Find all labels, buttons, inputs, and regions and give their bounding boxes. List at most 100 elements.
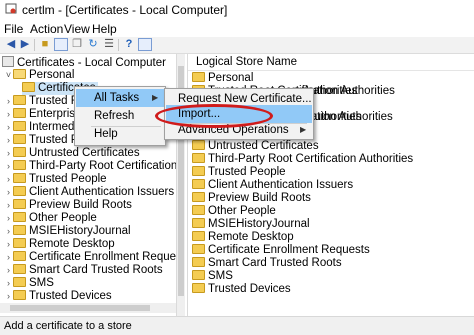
chevron-right-icon[interactable]: › [4, 134, 13, 147]
chevron-right-icon[interactable]: › [4, 160, 13, 173]
chevron-right-icon[interactable]: › [4, 108, 13, 121]
forward-arrow-icon[interactable]: ▶ [18, 38, 32, 51]
menu-item-all-tasks[interactable]: All Tasks ▶ [76, 89, 164, 107]
tree-item-store[interactable]: › Remote Desktop [4, 238, 115, 251]
toolbar: ◀ ▶ ■ ❐ ↻ ☰ ? [0, 37, 474, 54]
folder-icon [192, 205, 205, 215]
folder-icon [192, 270, 205, 280]
chevron-right-icon[interactable]: › [4, 225, 13, 238]
folder-icon [13, 186, 26, 196]
status-text: Add a certificate to a store [4, 320, 132, 332]
window-title: certlm - [Certificates - Local Computer] [22, 3, 228, 17]
folder-icon [192, 231, 205, 241]
chevron-right-icon[interactable]: › [4, 121, 13, 134]
chevron-right-icon[interactable]: › [4, 95, 13, 108]
list-item[interactable]: Client Authentication Issuers [192, 179, 353, 192]
tree-item-store[interactable]: › MSIEHistoryJournal [4, 225, 131, 238]
list-item[interactable]: SMS [192, 270, 233, 283]
context-menu: All Tasks ▶ Refresh Help [74, 86, 166, 146]
chevron-right-icon[interactable]: › [4, 212, 13, 225]
folder-icon [13, 95, 26, 105]
folder-icon [13, 173, 26, 183]
chevron-right-icon[interactable]: › [4, 238, 13, 251]
chevron-right-icon[interactable]: › [4, 186, 13, 199]
folder-icon [22, 82, 35, 92]
back-arrow-icon[interactable]: ◀ [4, 38, 18, 51]
folder-icon [13, 121, 26, 131]
menu-action[interactable]: Action [30, 22, 63, 36]
chevron-right-icon[interactable]: › [4, 173, 13, 186]
list-item[interactable]: Trusted People [192, 166, 286, 179]
folder-icon [13, 277, 26, 287]
tree-item-personal[interactable]: ˅ Personal [4, 69, 74, 82]
menu-file[interactable]: File [4, 22, 23, 36]
folder-icon [13, 251, 26, 261]
refresh-icon[interactable]: ↻ [86, 38, 100, 51]
scrollbar-thumb[interactable] [10, 305, 150, 311]
annotation-circle [155, 104, 273, 128]
chevron-right-icon: ▶ [300, 125, 307, 134]
folder-icon [13, 108, 26, 118]
status-bar: Add a certificate to a store [0, 316, 474, 335]
tree-item-store[interactable]: › Trusted People [4, 173, 107, 186]
menu-item-refresh[interactable]: Refresh [76, 107, 164, 125]
folder-icon [13, 212, 26, 222]
list-item[interactable]: Smart Card Trusted Roots [192, 257, 342, 270]
console-tree-icon[interactable] [54, 38, 68, 51]
tree-item-store[interactable]: › Preview Build Roots [4, 199, 132, 212]
chevron-right-icon[interactable]: › [4, 264, 13, 277]
folder-icon [192, 218, 205, 228]
folder-icon [192, 257, 205, 267]
menu-view[interactable]: View [64, 22, 90, 36]
export-list-icon[interactable]: ☰ [102, 38, 116, 51]
tree-item-store[interactable]: › Certificate Enrollment Requests [4, 251, 176, 264]
chevron-right-icon[interactable]: › [4, 251, 13, 264]
up-folder-icon[interactable]: ■ [38, 38, 52, 51]
tree-item-store[interactable]: ›Third-Party Root Certification Authorit… [4, 160, 176, 173]
tree-item-store[interactable]: › Untrusted Certificates [4, 147, 140, 160]
list-item[interactable]: Third-Party Root Certification Authoriti… [192, 153, 413, 166]
column-header-logical-store-name[interactable]: Logical Store Name [188, 54, 474, 71]
menu-help[interactable]: Help [92, 22, 117, 36]
folder-icon [13, 134, 26, 144]
tree-horizontal-scrollbar[interactable] [0, 303, 176, 313]
list-item[interactable]: Preview Build Roots [192, 192, 311, 205]
chevron-right-icon: ▶ [152, 93, 159, 102]
tree-item-store[interactable]: › Smart Card Trusted Roots [4, 264, 163, 277]
folder-icon [192, 244, 205, 254]
list-item[interactable]: Certificate Enrollment Requests [192, 244, 370, 257]
folder-icon [192, 179, 205, 189]
list-item[interactable]: MSIEHistoryJournal [192, 218, 310, 231]
list-item[interactable]: Personal [192, 72, 253, 85]
chevron-right-icon[interactable]: › [4, 290, 13, 303]
folder-icon [192, 72, 205, 82]
chevron-right-icon[interactable]: › [4, 147, 13, 160]
folder-icon [13, 264, 26, 274]
folder-icon [192, 166, 205, 176]
tree-root[interactable]: Certificates - Local Computer [2, 56, 166, 69]
list-item[interactable]: Other People [192, 205, 276, 218]
folder-icon [13, 147, 26, 157]
copy-icon[interactable]: ❐ [70, 38, 84, 51]
folder-icon [13, 290, 26, 300]
menu-item-help[interactable]: Help [76, 125, 164, 143]
list-item[interactable]: Trusted Devices [192, 283, 291, 296]
chevron-right-icon[interactable]: › [4, 199, 13, 212]
title-bar: certlm - [Certificates - Local Computer] [0, 0, 474, 20]
folder-icon [13, 238, 26, 248]
folder-icon [13, 225, 26, 235]
tree-item-store[interactable]: › Client Authentication Issuers [4, 186, 174, 199]
chevron-down-icon[interactable]: ˅ [4, 69, 13, 82]
properties-icon[interactable] [138, 38, 152, 51]
tree-item-store[interactable]: › SMS [4, 277, 54, 290]
list-item[interactable]: Remote Desktop [192, 231, 294, 244]
help-icon[interactable]: ? [122, 38, 136, 51]
folder-icon [192, 153, 205, 163]
folder-icon [192, 192, 205, 202]
chevron-right-icon[interactable]: › [4, 277, 13, 290]
tree-item-store[interactable]: › Other People [4, 212, 97, 225]
toolbar-separator [34, 39, 35, 51]
list-item[interactable]: Untrusted Certificates [192, 140, 319, 153]
tree-item-store[interactable]: › Trusted Devices [4, 290, 112, 303]
folder-icon [192, 140, 205, 150]
